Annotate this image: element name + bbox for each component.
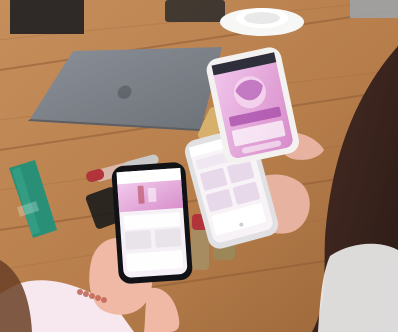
dark-object	[10, 0, 84, 34]
person-shoulder-right	[318, 243, 398, 332]
cup-and-saucer	[220, 8, 304, 36]
photo-illustration	[0, 0, 398, 332]
dark-tray	[165, 0, 225, 22]
phone-left	[111, 162, 193, 284]
photo-scene	[0, 0, 398, 332]
gray-object	[350, 0, 398, 18]
